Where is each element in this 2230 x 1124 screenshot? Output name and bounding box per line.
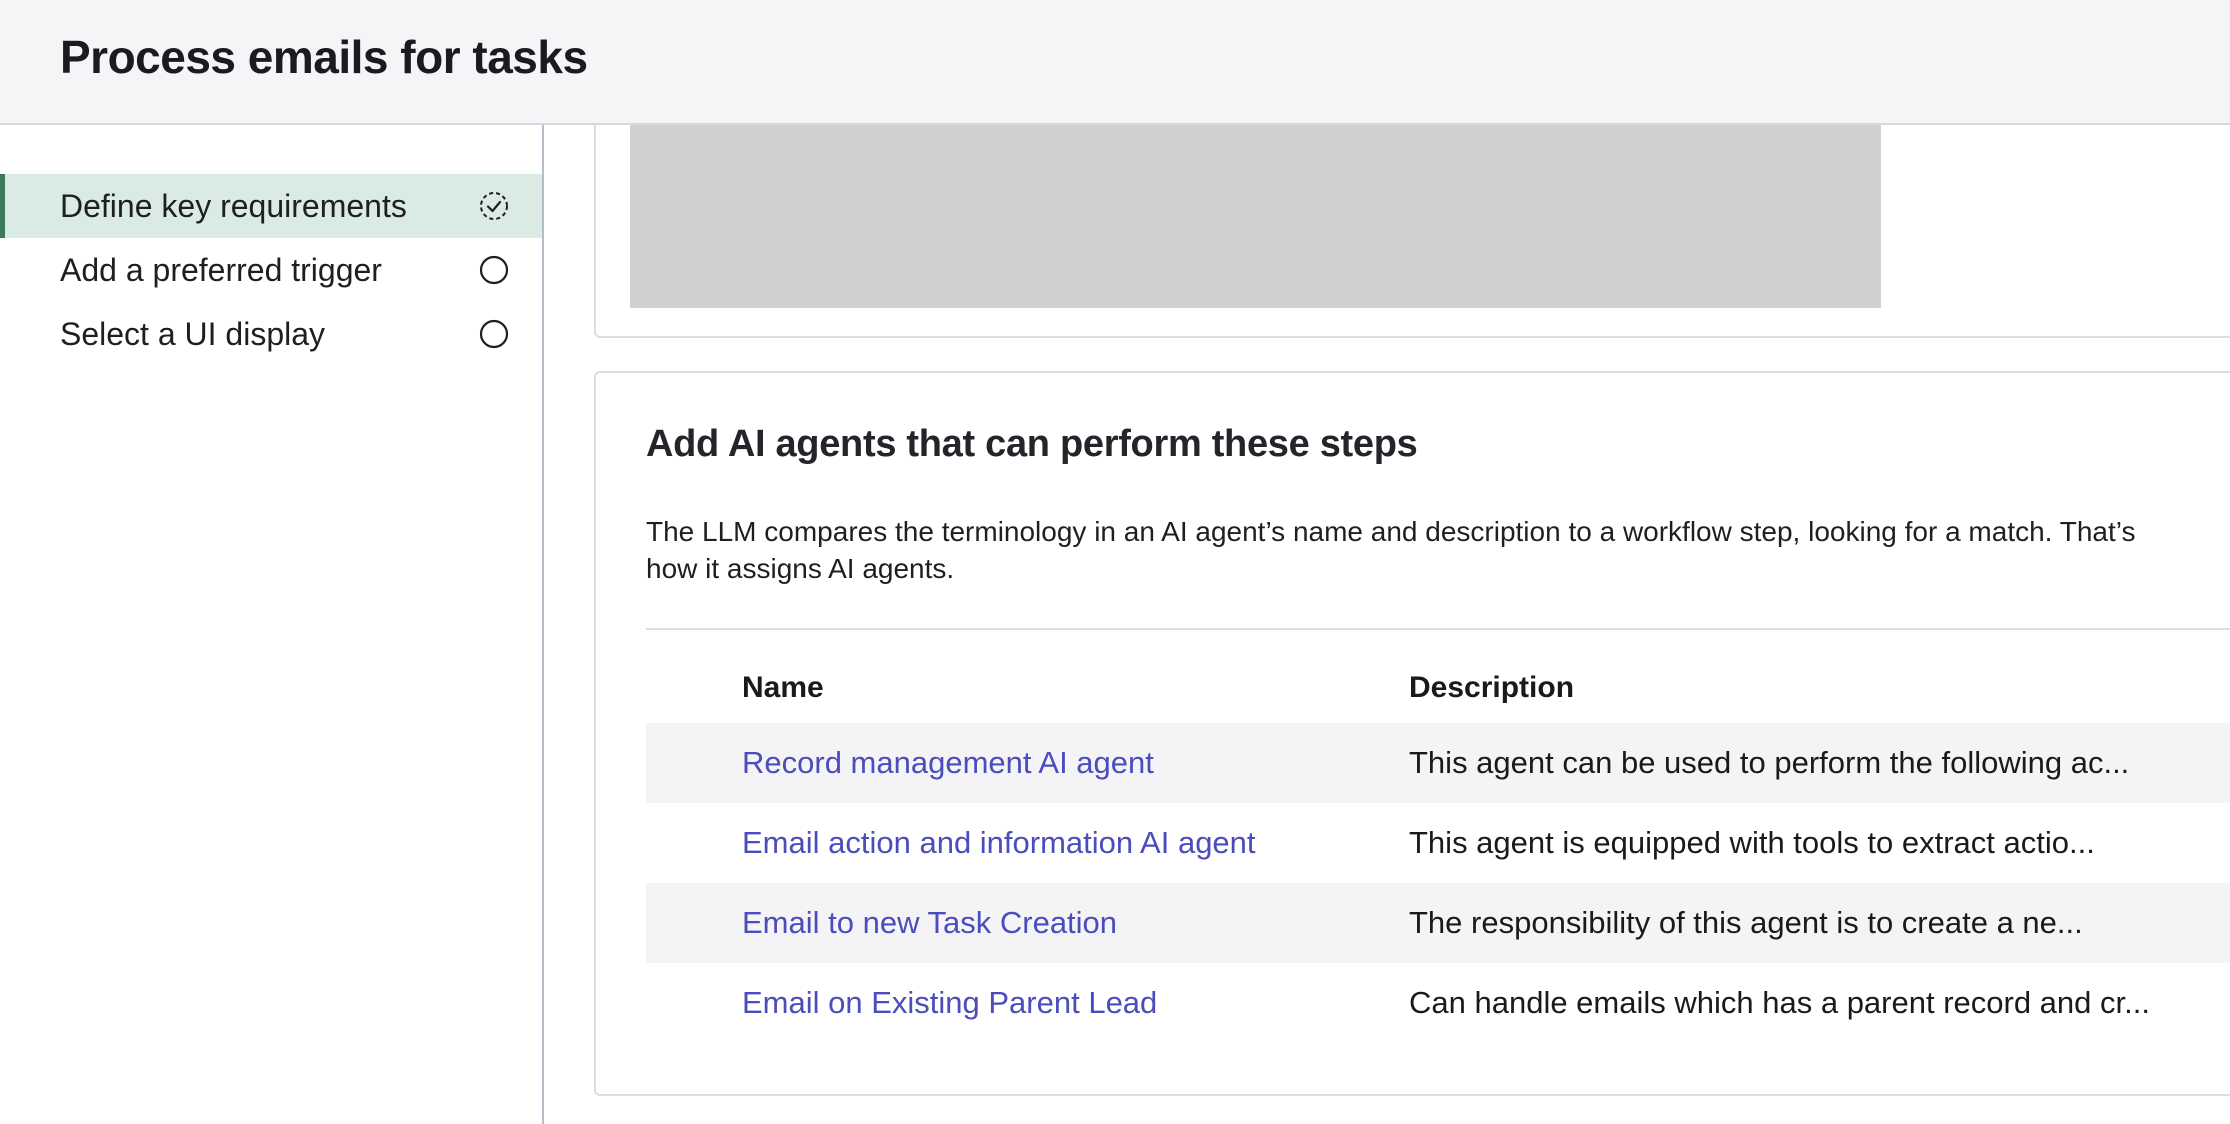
agent-description: This agent is equipped with tools to ext… <box>1409 825 2095 860</box>
in-progress-check-icon <box>480 192 508 220</box>
page: Process emails for tasks Define key requ… <box>0 0 2230 1124</box>
table-row: Record management AI agent This agent ca… <box>646 723 2230 803</box>
column-header-name[interactable]: Name <box>742 653 824 723</box>
section-title: Add AI agents that can perform these ste… <box>646 423 1418 465</box>
main-content-overlay: Add AI agents that can perform these ste… <box>544 125 2230 1124</box>
table-row: Email to new Task Creation The responsib… <box>646 883 2230 963</box>
page-header: Process emails for tasks <box>0 0 2230 125</box>
page-title: Process emails for tasks <box>60 31 588 83</box>
steps-sidebar: Define key requirements Add a preferred … <box>0 125 544 1124</box>
empty-circle-icon <box>479 255 509 285</box>
column-header-description[interactable]: Description <box>1409 653 1574 723</box>
sidebar-step-select-ui-display[interactable]: Select a UI display <box>0 302 542 366</box>
ai-agents-card: Add AI agents that can perform these ste… <box>594 371 2230 1096</box>
agent-name-link[interactable]: Email action and information AI agent <box>742 803 1256 883</box>
sidebar-step-define-key-requirements[interactable]: Define key requirements <box>0 174 542 238</box>
step-label: Define key requirements <box>60 188 407 224</box>
agent-description: The responsibility of this agent is to c… <box>1409 905 2083 940</box>
sidebar-step-add-preferred-trigger[interactable]: Add a preferred trigger <box>0 238 542 302</box>
table-row: Email action and information AI agent Th… <box>646 803 2230 883</box>
step-label: Select a UI display <box>60 316 326 352</box>
agent-name-link[interactable]: Record management AI agent <box>742 723 1154 803</box>
agent-description: Can handle emails which has a parent rec… <box>1409 985 2150 1020</box>
agent-name-link[interactable]: Email on Existing Parent Lead <box>742 963 1157 1043</box>
section-description: The LLM compares the terminology in an A… <box>646 516 2136 584</box>
table-row: Email on Existing Parent Lead Can handle… <box>646 963 2230 1043</box>
empty-circle-icon <box>479 319 509 349</box>
agent-description: This agent can be used to perform the fo… <box>1409 745 2130 780</box>
divider <box>646 628 2230 630</box>
step-label: Add a preferred trigger <box>60 252 382 288</box>
agent-name-link[interactable]: Email to new Task Creation <box>742 883 1117 963</box>
